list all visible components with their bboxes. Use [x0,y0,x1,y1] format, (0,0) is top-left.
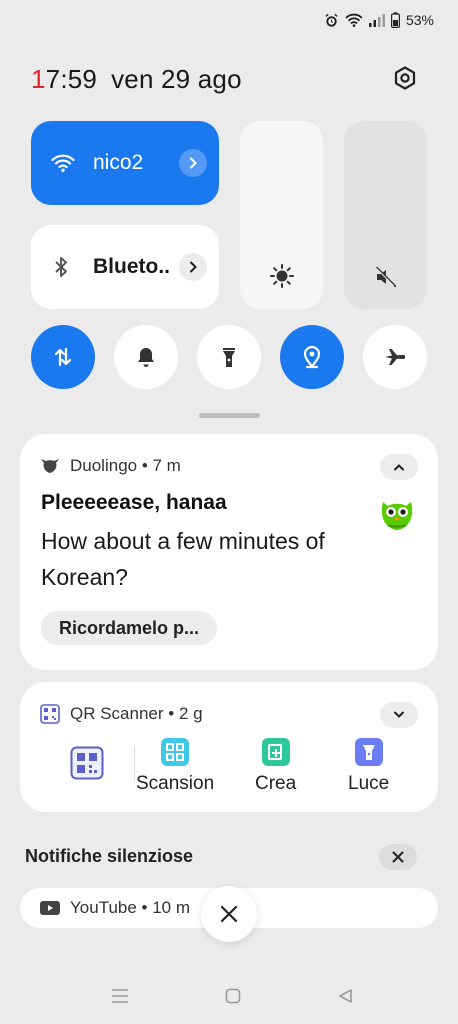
battery-percent: 53% [405,12,434,28]
chevron-up-icon [394,464,404,471]
close-icon [220,905,238,923]
bluetooth-details-button[interactable] [179,253,207,281]
back-button[interactable] [334,984,358,1008]
flashlight-icon [223,348,235,367]
wifi-icon [51,121,75,205]
divider [134,746,135,780]
date[interactable]: ven 29 ago [111,64,242,95]
close-icon [392,851,404,863]
qr-scanner-shortcut[interactable] [70,746,104,780]
expand-button[interactable] [380,702,418,728]
create-action[interactable]: Crea [255,737,296,795]
dismiss-silent-button[interactable] [379,844,417,870]
flashlight-action[interactable]: Luce [348,737,389,795]
bluetooth-tile-label: Blueto.. [93,255,170,278]
wifi-details-button[interactable] [179,149,207,177]
home-square-icon [225,988,241,1004]
wifi-icon [345,13,363,27]
chevron-right-icon [190,157,197,169]
notification-header: QR Scanner • 2 g [40,704,203,724]
remind-later-button[interactable]: Ricordamelo p... [41,611,218,645]
clock-date: 17:59 ven 29 ago [31,64,242,95]
signal-icon [368,13,385,27]
clear-all-button[interactable] [201,886,257,942]
notification-body: How about a few minutes of Korean? [41,528,325,590]
status-bar: 53% [324,12,434,28]
flashlight-toggle[interactable] [197,325,261,389]
brightness-slider[interactable] [240,121,323,309]
data-toggle[interactable] [31,325,95,389]
home-button[interactable] [221,984,245,1008]
bluetooth-icon [51,225,71,309]
brightness-icon [240,263,323,289]
mute-icon [344,265,427,289]
qr-code-icon [70,746,104,780]
scan-action[interactable]: Scansion [136,737,214,795]
notification-header: Duolingo • 7 m [40,456,181,476]
qr-app-icon [40,704,60,724]
location-toggle[interactable] [280,325,344,389]
duolingo-app-icon [41,459,59,473]
data-transfer-icon [54,347,72,367]
airplane-mode-toggle[interactable] [363,325,427,389]
torch-icon [354,738,383,766]
alarm-icon [324,13,339,28]
ring-mode-toggle[interactable] [114,325,178,389]
duolingo-owl-image [378,494,416,537]
battery-icon [390,12,400,28]
volume-slider[interactable] [344,121,427,309]
notification-qr-scanner[interactable]: QR Scanner • 2 g Scansion Crea Luce [20,682,438,812]
bell-icon [138,348,154,367]
scan-icon [161,738,190,766]
location-pin-icon [303,345,321,369]
chevron-right-icon [190,261,197,273]
back-triangle-icon [339,989,352,1003]
create-icon [261,738,290,766]
wifi-tile-label: nico2 [93,151,144,174]
notification-header: YouTube • 10 m [40,898,190,918]
collapse-button[interactable] [380,454,418,480]
youtube-app-icon [40,901,60,915]
airplane-icon [385,349,406,365]
menu-icon [112,989,128,1003]
chevron-down-icon [394,711,404,718]
settings-button[interactable] [389,62,421,94]
bluetooth-tile[interactable]: Blueto.. [31,225,219,309]
gear-icon [394,66,416,90]
silent-notifications-header: Notifiche silenziose [25,846,194,866]
navigation-bar [0,984,458,1008]
notification-duolingo[interactable]: Duolingo • 7 m Pleeeeease, hanaa How abo… [20,434,438,670]
notification-title: Pleeeeease, hanaa [41,491,227,514]
recents-button[interactable] [108,984,132,1008]
panel-drag-handle[interactable] [199,413,260,418]
clock[interactable]: 17:59 [31,64,97,95]
wifi-tile[interactable]: nico2 [31,121,219,205]
